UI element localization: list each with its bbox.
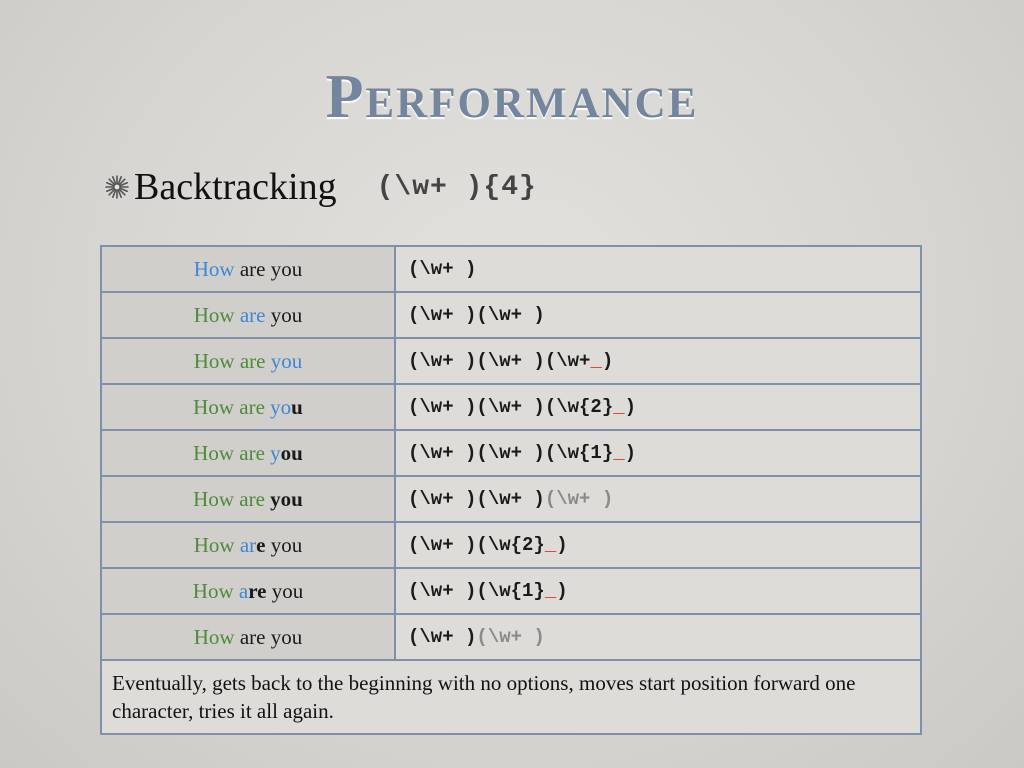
pattern-segment: (\w+ )(\w+ )(\w+ <box>408 350 591 372</box>
table-row: How are you (\w+ )(\w{2}_) <box>100 521 922 569</box>
pattern-cell: (\w+ ) <box>394 245 922 293</box>
phrase-segment: How <box>193 256 235 281</box>
phrase-segment: How are <box>193 440 271 465</box>
phrase-segment: How <box>193 302 240 327</box>
pattern-segment: (\w+ ) <box>408 258 477 280</box>
pattern-cell: (\w+ )(\w+ ) <box>394 291 922 339</box>
table-row: How are you (\w+ )(\w+ )(\w{2}_) <box>100 383 922 431</box>
pattern-cell: (\w+ )(\w+ )(\w{2}_) <box>394 383 922 431</box>
table-row: How are you (\w+ )(\w+ ) <box>100 291 922 339</box>
phrase-segment: How <box>193 624 235 649</box>
phrase-cell: How are you <box>100 429 396 477</box>
pattern-segment: ) <box>624 442 637 464</box>
phrase-segment: How <box>192 578 239 603</box>
footer-row: Eventually, gets back to the beginning w… <box>100 659 922 735</box>
phrase-segment: are you <box>234 624 303 649</box>
phrase-segment: re <box>248 578 267 603</box>
pattern-segment: _ <box>544 534 557 556</box>
phrase-cell: How are you <box>100 337 396 385</box>
pattern-segment: _ <box>613 442 625 464</box>
phrase-cell: How are you <box>100 245 396 293</box>
table-row: How are you (\w+ ) <box>100 245 922 293</box>
pattern-cell: (\w+ )(\w+ )(\w+ ) <box>394 475 922 523</box>
phrase-cell: How are you <box>100 291 396 339</box>
table-row: How are you (\w+ )(\w{1}_) <box>100 567 922 615</box>
pattern-segment: _ <box>590 350 602 372</box>
phrase-cell: How are you <box>100 567 396 615</box>
phrase-segment: ar <box>239 532 257 557</box>
pattern-segment: (\w+ )(\w+ ) <box>408 488 545 510</box>
backtracking-table: How are you (\w+ ) How are you (\w+ )(\w+ )… <box>100 245 922 735</box>
phrase-segment: How are <box>193 348 271 373</box>
phrase-segment: How are <box>193 394 271 419</box>
phrase-segment: y <box>270 440 281 465</box>
pattern-segment: (\w+ )(\w+ ) <box>408 304 545 326</box>
phrase-segment: you <box>265 302 303 327</box>
table-row: How are you (\w+ )(\w+ ) <box>100 613 922 661</box>
phrase-segment: How are <box>193 486 271 511</box>
pattern-segment: (\w+ )(\w+ )(\w{1} <box>408 442 614 464</box>
phrase-segment: you <box>270 348 303 373</box>
pattern-segment: ) <box>624 396 637 418</box>
pattern-cell: (\w+ )(\w+ )(\w+_) <box>394 337 922 385</box>
pattern-segment: ) <box>601 350 614 372</box>
pattern-cell: (\w+ )(\w+ ) <box>394 613 922 661</box>
phrase-segment: yo <box>270 394 292 419</box>
phrase-segment: are <box>239 302 266 327</box>
pattern-segment: ) <box>556 534 568 556</box>
phrase-cell: How are you <box>100 521 396 569</box>
pattern-segment: (\w+ )(\w+ )(\w{2} <box>408 396 614 418</box>
phrase-cell: How are you <box>100 383 396 431</box>
pattern-segment: (\w+ )(\w{1} <box>408 580 545 602</box>
footer-note: Eventually, gets back to the beginning w… <box>100 659 922 735</box>
phrase-cell: How are you <box>100 613 396 661</box>
pattern-cell: (\w+ )(\w{2}_) <box>394 521 922 569</box>
table-row: How are you (\w+ )(\w+ )(\w{1}_) <box>100 429 922 477</box>
bullet-backtracking: Backtracking (\w+ ){4} <box>104 162 537 212</box>
pattern-cell: (\w+ )(\w{1}_) <box>394 567 922 615</box>
phrase-segment: u <box>291 394 303 419</box>
phrase-segment: you <box>265 532 303 557</box>
bullet-text: Backtracking <box>134 166 337 208</box>
pattern-cell: (\w+ )(\w+ )(\w{1}_) <box>394 429 922 477</box>
phrase-segment: How <box>193 532 240 557</box>
pattern-segment: ) <box>556 580 568 602</box>
pattern-segment: (\w+ ) <box>544 488 614 510</box>
phrase-cell: How are you <box>100 475 396 523</box>
phrase-segment: you <box>266 578 304 603</box>
slide-title: Performance <box>325 63 699 131</box>
pattern-segment: (\w+ ) <box>476 626 545 648</box>
table-row: How are you (\w+ )(\w+ )(\w+_) <box>100 337 922 385</box>
pattern-segment: _ <box>613 396 625 418</box>
phrase-segment: are you <box>234 256 303 281</box>
asterisk-flower-icon <box>105 175 129 199</box>
pattern-segment: _ <box>544 580 557 602</box>
pattern-segment: (\w+ ) <box>408 626 477 648</box>
phrase-segment: e <box>256 532 266 557</box>
phrase-segment: ou <box>280 440 303 465</box>
bullet-regex: (\w+ ){4} <box>376 171 537 203</box>
table-row: How are you (\w+ )(\w+ )(\w+ ) <box>100 475 922 523</box>
phrase-segment: a <box>238 578 249 603</box>
phrase-segment: you <box>270 486 303 511</box>
pattern-segment: (\w+ )(\w{2} <box>408 534 545 556</box>
